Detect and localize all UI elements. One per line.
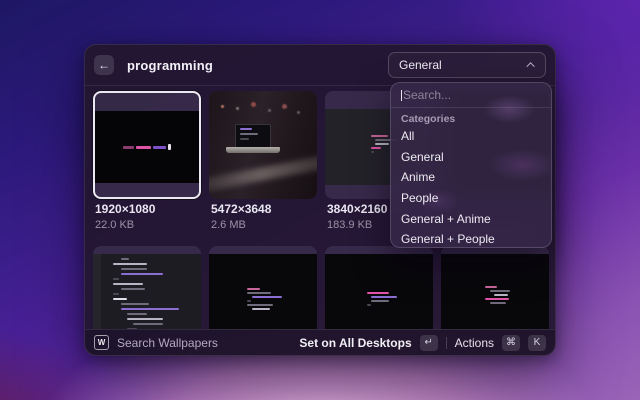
dropdown-section-title: Categories: [391, 108, 551, 126]
wallpaper-image-code-black: [325, 254, 433, 329]
page-title: programming: [127, 58, 213, 73]
category-option-anime[interactable]: Anime: [391, 167, 551, 188]
wallpaper-thumbnail[interactable]: [209, 91, 317, 199]
desktop-background: { "window": { "back_icon": "←", "title":…: [0, 0, 640, 400]
code-art: [367, 292, 397, 306]
window-header: ← programming General: [85, 45, 555, 86]
category-option-people[interactable]: People: [391, 188, 551, 209]
wallpaper-image-editor: [93, 254, 201, 329]
k-key-icon: K: [528, 335, 546, 351]
code-art: [123, 144, 171, 150]
category-option-all[interactable]: All: [391, 126, 551, 147]
primary-action-button[interactable]: Set on All Desktops: [299, 336, 411, 350]
wallpaper-image-code-black: [441, 254, 549, 329]
command-key-icon: ⌘: [502, 335, 520, 351]
category-option-general-people[interactable]: General + People: [391, 229, 551, 248]
return-key-icon: ↵: [420, 335, 438, 351]
laptop-base: [226, 147, 280, 153]
wallpaper-image-laptop-night: [209, 91, 317, 199]
dropdown-search-input[interactable]: [391, 88, 551, 102]
wallpaper-image-terminal: [95, 111, 199, 183]
light-streak: [209, 150, 317, 195]
code-art: [93, 254, 201, 329]
code-art: [247, 288, 282, 310]
bokeh-lights: [221, 105, 224, 108]
actions-menu-button[interactable]: Actions: [455, 336, 494, 350]
category-option-general[interactable]: General: [391, 147, 551, 168]
category-filter-value: General: [399, 58, 442, 72]
dropdown-search-row: [391, 83, 551, 108]
footer-divider: [446, 337, 447, 349]
code-art: [485, 286, 510, 304]
wallpaper-thumbnail[interactable]: [93, 246, 201, 329]
wallpaper-filesize: 22.0 KB: [95, 219, 134, 231]
text-cursor: [401, 90, 402, 101]
back-arrow-icon: ←: [98, 59, 110, 71]
back-button[interactable]: ←: [94, 55, 114, 75]
wallpaper-thumbnail[interactable]: [441, 246, 549, 329]
wallpaper-thumbnail[interactable]: [325, 246, 433, 329]
wallpaper-image-code-black: [209, 254, 317, 329]
category-filter-dropdown[interactable]: General: [388, 52, 546, 78]
wallpaper-filesize: 183.9 KB: [327, 219, 372, 231]
wallpaper-resolution: 5472×3648: [211, 202, 271, 216]
wallpaper-filesize: 2.6 MB: [211, 219, 246, 231]
chevron-up-icon: [526, 62, 534, 70]
laptop-screen: [235, 124, 271, 147]
wallpaper-resolution: 3840×2160: [327, 202, 387, 216]
action-bar: W Search Wallpapers Set on All Desktops …: [85, 329, 555, 355]
wallpaper-resolution: 1920×1080: [95, 202, 155, 216]
wallpapers-extension-icon: W: [94, 335, 109, 350]
wallpaper-thumbnail[interactable]: [209, 246, 317, 329]
category-dropdown-popup: Categories All General Anime People Gene…: [390, 82, 552, 248]
wallpaper-thumbnail-selected[interactable]: [93, 91, 201, 199]
extension-name: Search Wallpapers: [117, 336, 218, 350]
category-option-general-anime[interactable]: General + Anime: [391, 208, 551, 229]
